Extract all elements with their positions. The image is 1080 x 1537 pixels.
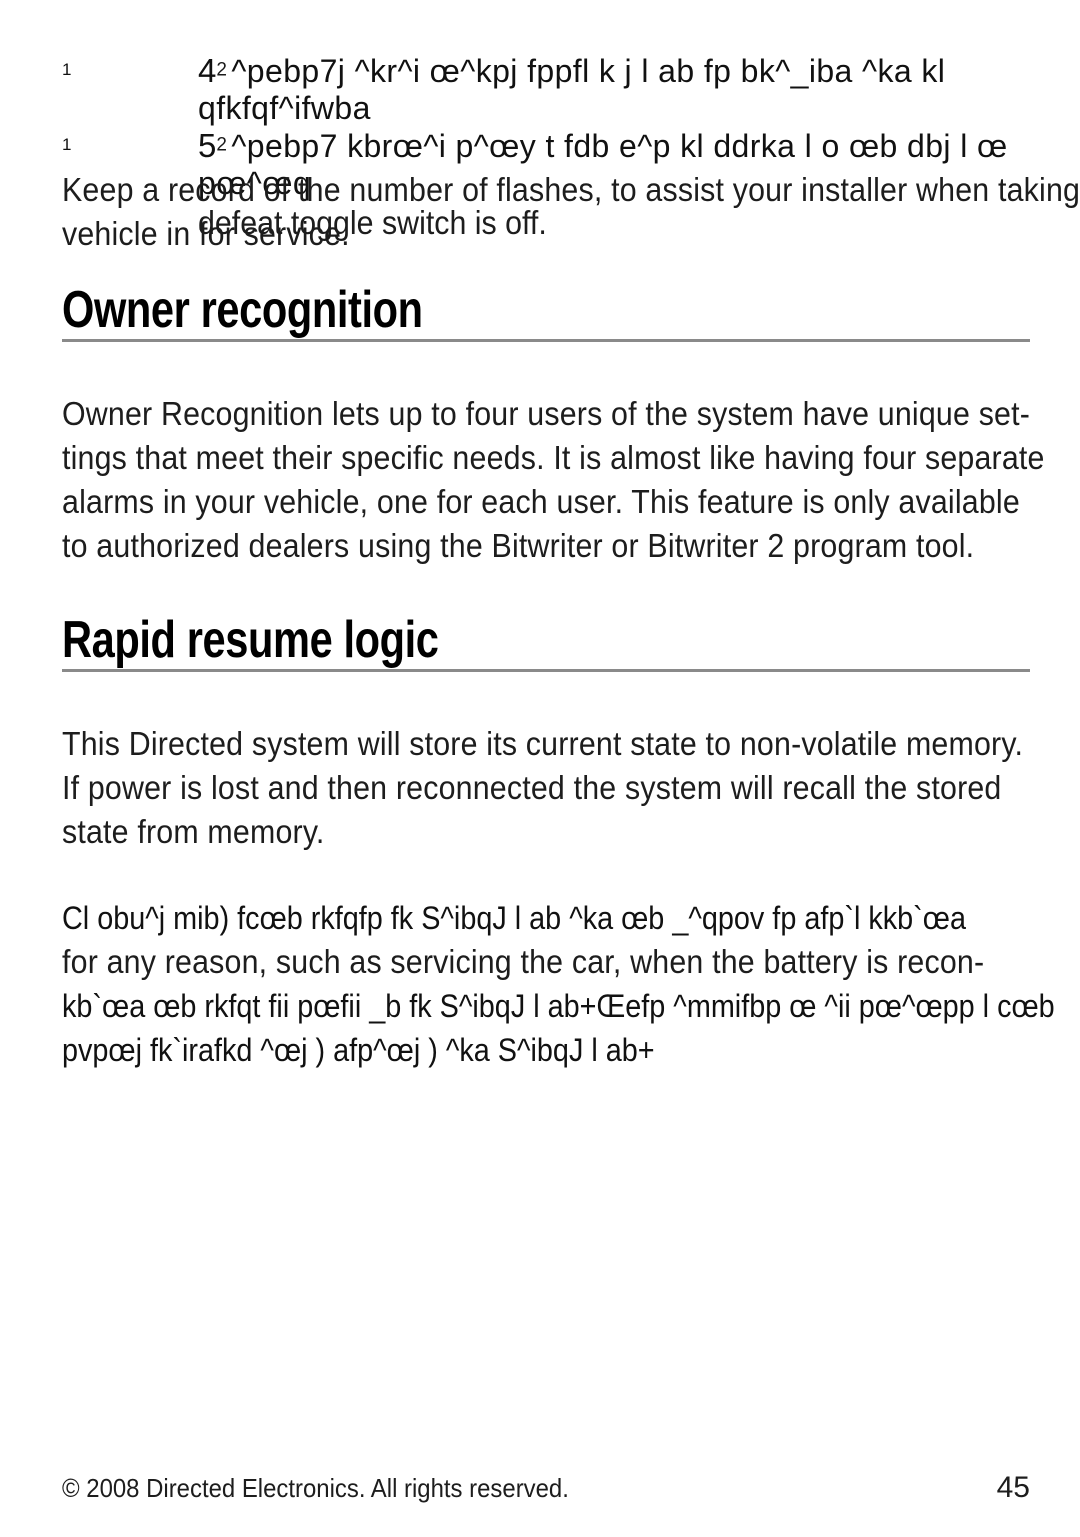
heading-text: Rapid resume logic	[62, 611, 439, 669]
list-item-number: 5	[198, 127, 217, 164]
paragraph-line: Owner Recognition lets up to four users …	[62, 395, 1031, 432]
list-item-body: 42 ^pebp7j ^kr^i œ^kpj fppfl k j l ab fp…	[198, 52, 1030, 127]
margin-marker: 1	[62, 60, 72, 79]
list-item-superscript: 2	[216, 59, 227, 81]
paragraph-line: vehicle in for service.	[62, 215, 350, 252]
paragraph-line: alarms in your vehicle, one for each use…	[62, 483, 1020, 520]
list-item: 1 42 ^pebp7j ^kr^i œ^kpj fppfl k j l ab …	[62, 52, 1030, 127]
paragraph-line: Keep a record of the number of flashes, …	[62, 171, 1080, 208]
paragraph-line: to authorized dealers using the Bitwrite…	[62, 527, 975, 564]
heading-underline-rule	[62, 339, 1030, 342]
heading-text: Owner recognition	[62, 281, 423, 339]
intro-paragraph: Keep a record of the number of flashes, …	[62, 168, 1080, 256]
valet-mode-paragraph: Cl obu^j mib) fcœb rkfqfp fk S^ibqJ l ab…	[62, 896, 1055, 1072]
page-number: 45	[996, 1471, 1030, 1504]
heading-underline-rule	[62, 669, 1030, 672]
paragraph-line: kb`œa œb rkfqt fii pœfii _b fk S^ibqJ l …	[62, 988, 1055, 1024]
section-heading-rapid-resume-logic: Rapid resume logic	[62, 613, 1030, 672]
document-page: 1 42 ^pebp7j ^kr^i œ^kpj fppfl k j l ab …	[0, 0, 1080, 1537]
paragraph-line: tings that meet their specific needs. It…	[62, 439, 1045, 476]
rapid-resume-logic-paragraph: This Directed system will store its curr…	[62, 722, 1030, 854]
paragraph-line: Cl obu^j mib) fcœb rkfqfp fk S^ibqJ l ab…	[62, 900, 966, 936]
paragraph-line: pvpœj fk`irafkd ^œj ) afp^œj ) ^ka S^ibq…	[62, 1032, 655, 1068]
paragraph-line: This Directed system will store its curr…	[62, 725, 1024, 762]
paragraph-line: If power is lost and then reconnected th…	[62, 769, 1002, 806]
page-footer: © 2008 Directed Electronics. All rights …	[62, 1471, 1030, 1505]
list-item-superscript: 2	[216, 134, 227, 156]
list-item-text: ^pebp7j ^kr^i œ^kpj fppfl k j l ab fp bk…	[198, 53, 946, 126]
list-item-number: 4	[198, 52, 217, 89]
owner-recognition-paragraph: Owner Recognition lets up to four users …	[62, 392, 1045, 568]
copyright-notice: © 2008 Directed Electronics. All rights …	[62, 1473, 569, 1503]
paragraph-line: for any reason, such as servicing the ca…	[62, 943, 985, 980]
section-heading-owner-recognition: Owner recognition	[62, 283, 1030, 342]
margin-marker: 1	[62, 135, 72, 154]
paragraph-line: state from memory.	[62, 813, 325, 850]
